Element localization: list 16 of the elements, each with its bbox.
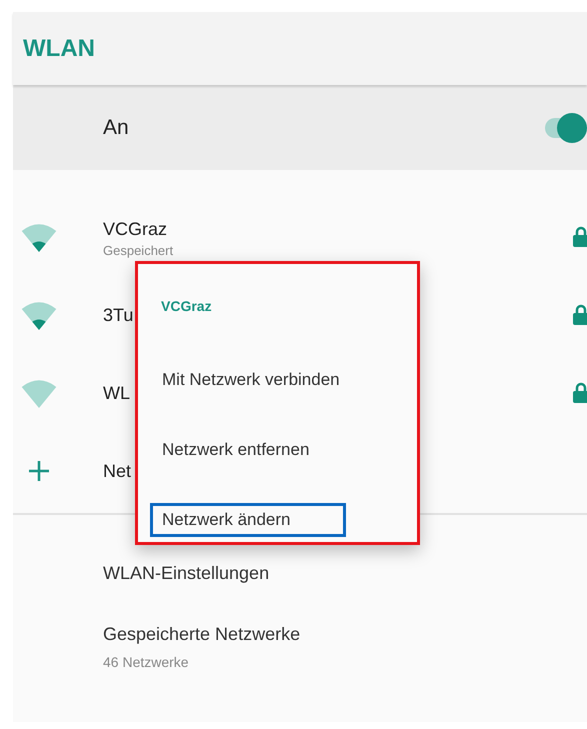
plus-icon — [28, 460, 50, 482]
network-name[interactable]: VCGraz — [103, 216, 573, 243]
menu-item[interactable]: Netzwerk entfernen — [150, 433, 346, 467]
app-bar-title: WLAN — [23, 34, 95, 64]
settings-item[interactable]: WLAN-Einstellungen — [103, 560, 587, 587]
wifi-icon — [20, 222, 58, 252]
menu-item[interactable]: Netzwerk ändern — [150, 503, 346, 537]
network-status: Gespeichert — [103, 243, 174, 258]
menu-item[interactable]: Mit Netzwerk verbinden — [150, 363, 349, 397]
wifi-icon — [20, 300, 58, 330]
settings-subtitle: 46 Netzwerke — [103, 652, 190, 672]
switch-label: An — [103, 114, 130, 141]
menu-title: VCGraz — [160, 297, 213, 316]
wifi-icon — [20, 378, 58, 408]
settings-item[interactable]: Gespeicherte Netzwerke — [103, 620, 587, 648]
toggle-switch[interactable] — [543, 112, 587, 142]
